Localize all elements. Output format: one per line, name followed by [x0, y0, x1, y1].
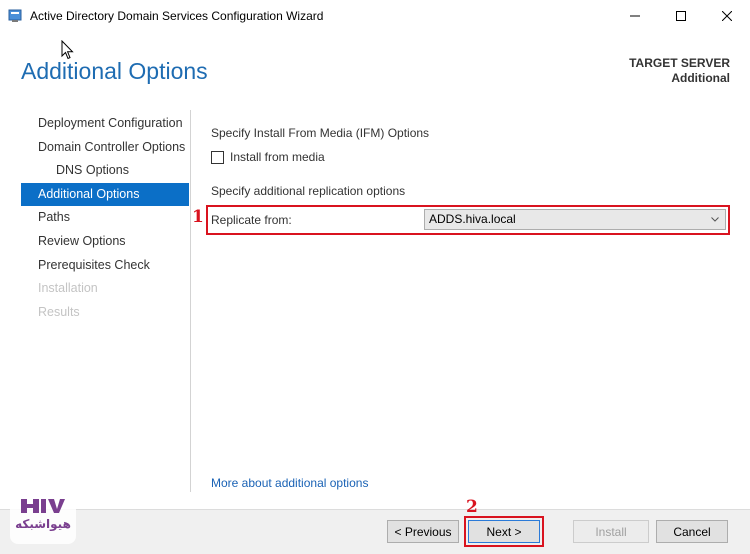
- install-from-media-option[interactable]: Install from media: [211, 150, 325, 164]
- close-button[interactable]: [704, 0, 750, 32]
- nav-item-paths[interactable]: Paths: [21, 206, 189, 230]
- cancel-button[interactable]: Cancel: [656, 520, 728, 543]
- replication-section-heading: Specify additional replication options: [211, 184, 406, 198]
- previous-button[interactable]: < Previous: [387, 520, 459, 543]
- install-button: Install: [573, 520, 649, 543]
- annotation-marker-1: 1: [192, 207, 204, 227]
- watermark-logo: هیواشبکه: [10, 484, 76, 544]
- nav-item-deployment-configuration[interactable]: Deployment Configuration: [21, 112, 189, 136]
- ifm-section-heading: Specify Install From Media (IFM) Options: [211, 126, 430, 140]
- nav-divider: [190, 110, 191, 492]
- nav-item-results: Results: [38, 304, 80, 319]
- window-title: Active Directory Domain Services Configu…: [30, 9, 324, 23]
- annotation-highlight-next: [464, 516, 544, 547]
- target-server-label: TARGET SERVER: [629, 56, 730, 70]
- nav-item-additional-options[interactable]: Additional Options: [21, 182, 189, 207]
- maximize-button[interactable]: [658, 0, 704, 32]
- watermark-text: هیواشبکه: [15, 517, 71, 531]
- page-title: Additional Options: [21, 58, 208, 84]
- nav-item-installation: Installation: [38, 281, 98, 296]
- wizard-nav: Deployment Configuration Domain Controll…: [21, 112, 189, 324]
- minimize-icon: [630, 15, 640, 17]
- install-from-media-checkbox[interactable]: [211, 150, 224, 164]
- target-server-value: Additional: [671, 71, 730, 85]
- install-from-media-label: Install from media: [230, 150, 325, 164]
- nav-item-domain-controller-options[interactable]: Domain Controller Options: [21, 136, 189, 160]
- more-about-additional-options-link[interactable]: More about additional options: [211, 476, 368, 490]
- annotation-marker-2: 2: [466, 497, 478, 517]
- maximize-icon: [676, 11, 686, 21]
- close-icon: [722, 11, 732, 21]
- hiva-logo-icon: [21, 499, 65, 513]
- nav-item-dns-options[interactable]: DNS Options: [21, 159, 189, 183]
- mouse-cursor-icon: [61, 40, 74, 60]
- nav-item-prerequisites-check[interactable]: Prerequisites Check: [21, 254, 189, 278]
- minimize-button[interactable]: [612, 0, 658, 32]
- title-bar: Active Directory Domain Services Configu…: [0, 0, 750, 32]
- nav-item-review-options[interactable]: Review Options: [21, 230, 189, 254]
- annotation-highlight-replicate: [206, 205, 730, 235]
- wizard-app-icon: [8, 9, 22, 22]
